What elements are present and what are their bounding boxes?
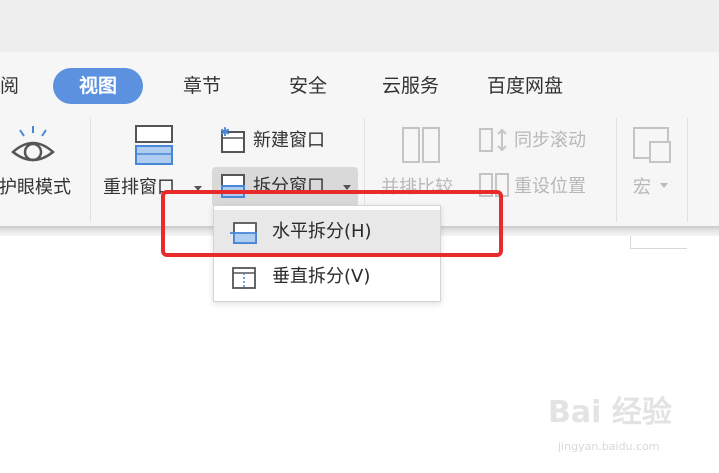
side-by-side-icon	[402, 127, 440, 163]
sync-scroll-label: 同步滚动	[514, 130, 586, 151]
watermark-url: jingyan.baidu.com	[558, 440, 660, 453]
new-window-label: 新建窗口	[253, 130, 325, 151]
ribbon-separator	[616, 118, 617, 222]
rearrange-window-icon	[135, 125, 173, 165]
menu-item-vertical-split[interactable]: 垂直拆分(V)	[214, 255, 440, 299]
tab-chapter[interactable]: 章节	[183, 68, 221, 104]
tab-view[interactable]: 视图	[53, 68, 143, 104]
vertical-split-icon	[232, 267, 256, 289]
svg-text:✱: ✱	[220, 126, 230, 139]
ribbon-separator	[687, 118, 688, 222]
watermark-logo: Bai 经验	[548, 395, 672, 430]
sync-scroll-icon	[479, 128, 507, 152]
menu-item-label: 垂直拆分(V)	[272, 266, 371, 287]
highlight-box	[161, 190, 503, 257]
tab-cloud-service[interactable]: 云服务	[382, 68, 439, 104]
title-bar	[0, 0, 719, 52]
macro-icon	[633, 127, 671, 163]
eye-icon	[11, 126, 55, 162]
ribbon-tab-bar: 阅 视图 章节 安全 云服务 百度网盘	[0, 52, 719, 110]
new-window-icon: ✱	[220, 126, 245, 153]
tab-baidu-netdisk[interactable]: 百度网盘	[487, 68, 563, 104]
macro-label: 宏	[633, 177, 651, 198]
page-corner	[630, 236, 687, 249]
chevron-down-icon	[660, 183, 668, 188]
eye-protection-label: 护眼模式	[0, 177, 71, 198]
tab-security[interactable]: 安全	[289, 68, 327, 104]
ribbon-separator	[90, 118, 91, 222]
reset-position-label: 重设位置	[514, 176, 586, 197]
tab-review[interactable]: 阅	[0, 68, 19, 104]
